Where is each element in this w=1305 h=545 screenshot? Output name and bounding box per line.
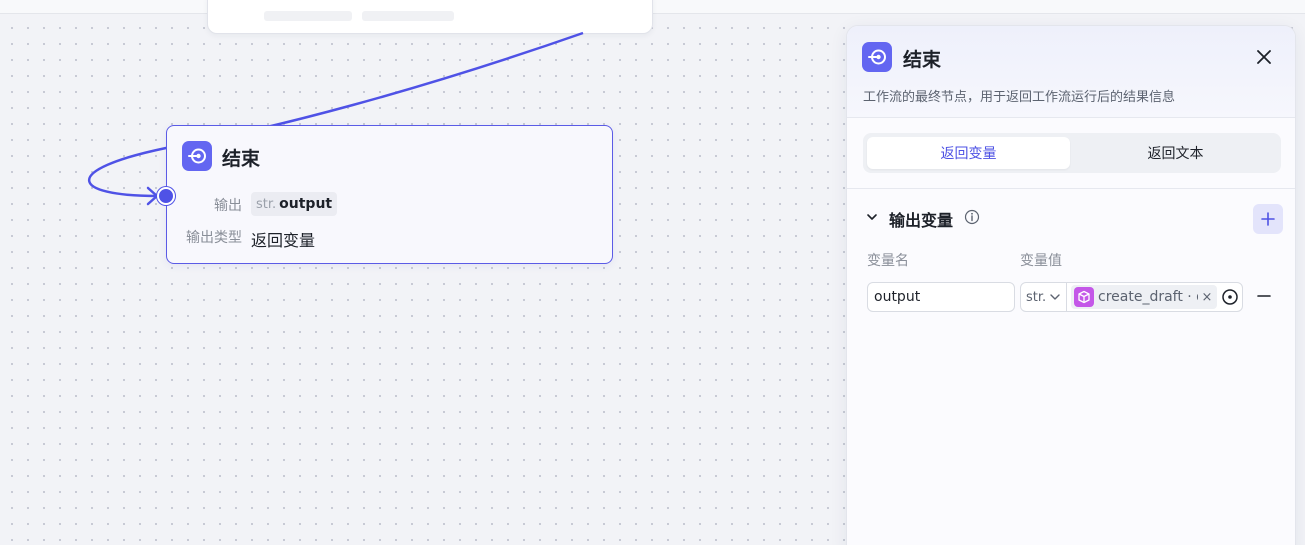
variable-name-input[interactable]: [867, 282, 1015, 312]
column-header-name: 变量名: [867, 253, 909, 269]
variable-type-select[interactable]: str.: [1021, 283, 1067, 311]
cube-icon: [1074, 287, 1094, 307]
divider: [847, 188, 1295, 189]
add-variable-button[interactable]: [1253, 204, 1283, 234]
clear-reference-button[interactable]: ×: [1200, 289, 1214, 305]
tab-return-variable[interactable]: 返回变量: [867, 137, 1070, 169]
end-node[interactable]: 结束 输出 str. output 输出类型 返回变量: [166, 125, 613, 264]
output-type: str.: [256, 196, 277, 212]
close-button[interactable]: [1251, 44, 1277, 70]
end-node-input-handle[interactable]: [157, 187, 175, 205]
output-type-label: 输出类型: [186, 230, 242, 246]
plus-icon: [1261, 212, 1275, 226]
end-node-icon: [182, 141, 212, 171]
variable-picker-button[interactable]: [1220, 287, 1240, 307]
variable-value-field: str. create_draft · draft_url ×: [1020, 282, 1243, 312]
output-variable-chip: str. output: [251, 192, 338, 216]
output-label: 输出: [214, 198, 242, 214]
column-header-value: 变量值: [1020, 253, 1062, 269]
output-name: output: [279, 196, 333, 212]
previous-node-chip: [264, 11, 352, 21]
variable-reference-text: create_draft · draft_url: [1098, 289, 1198, 305]
panel-title: 结束: [903, 49, 942, 71]
remove-variable-button[interactable]: [1252, 284, 1276, 308]
previous-node-chip: [362, 11, 454, 21]
section-title: 输出变量: [889, 211, 954, 230]
variable-type-label: str.: [1026, 289, 1047, 305]
panel-description: 工作流的最终节点，用于返回工作流运行后的结果信息: [863, 90, 1176, 105]
chevron-down-icon: [1050, 294, 1060, 300]
variable-reference-chip[interactable]: create_draft · draft_url ×: [1071, 285, 1217, 309]
minus-icon: [1257, 295, 1271, 297]
node-config-panel: 结束 工作流的最终节点，用于返回工作流运行后的结果信息 返回变量 返回文本 输出…: [846, 25, 1296, 545]
previous-node[interactable]: [207, 0, 653, 34]
chevron-down-icon: [867, 214, 877, 220]
end-node-icon: [862, 42, 892, 72]
return-mode-tabs: 返回变量 返回文本: [863, 133, 1281, 173]
output-type-value: 返回变量: [251, 231, 316, 250]
tab-return-text[interactable]: 返回文本: [1074, 137, 1277, 169]
target-icon: [1222, 289, 1238, 305]
section-collapse-toggle[interactable]: [863, 208, 881, 226]
close-icon: [1257, 50, 1271, 64]
info-icon[interactable]: [964, 209, 980, 225]
end-node-title: 结束: [222, 148, 261, 170]
